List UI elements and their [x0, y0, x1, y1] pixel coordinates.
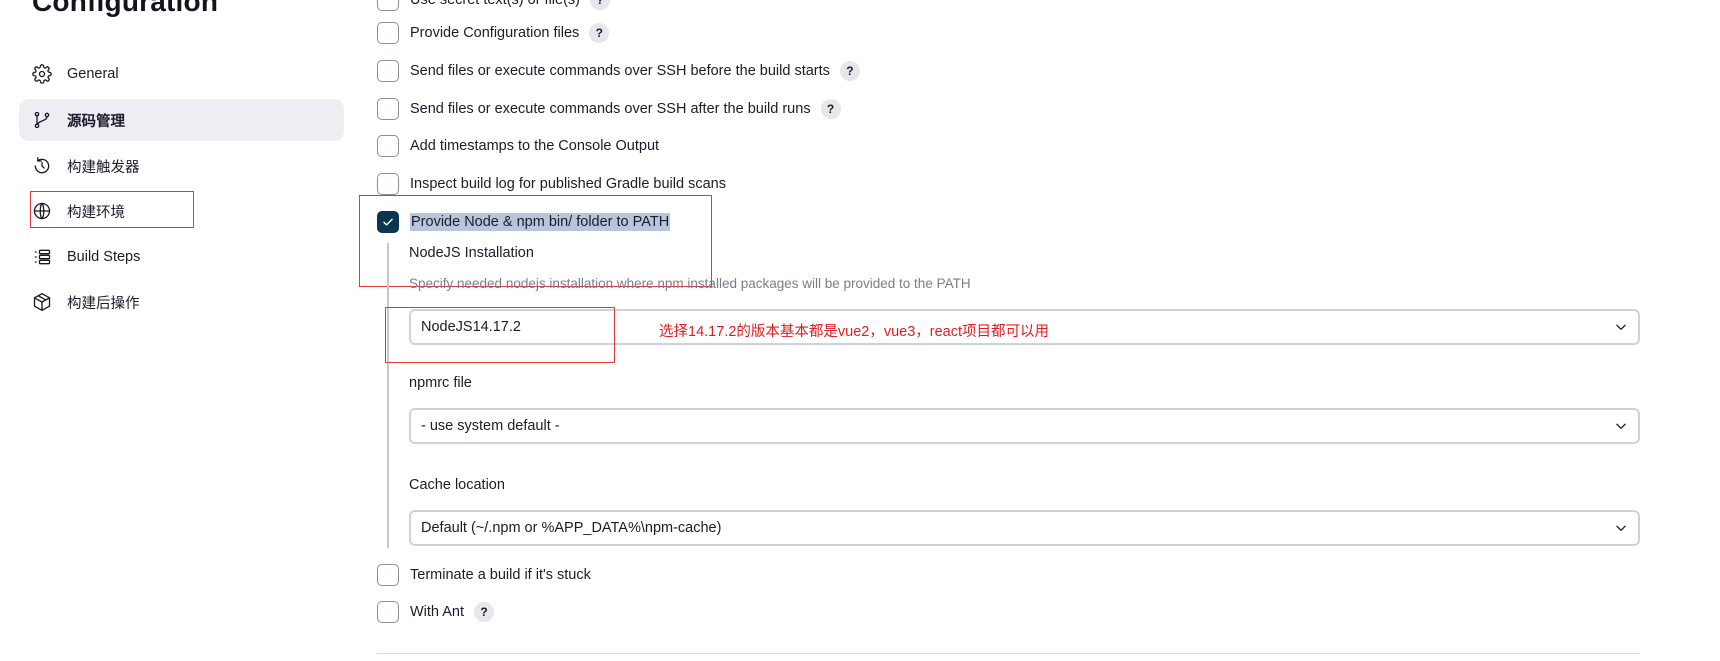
annotation-box-sidebar	[30, 191, 194, 228]
git-branch-icon	[32, 110, 52, 130]
sidebar-item-label: 构建后操作	[67, 295, 140, 312]
option-label: Send files or execute commands over SSH …	[410, 63, 830, 79]
cache-location-label: Cache location	[409, 477, 505, 493]
option-label: Use secret text(s) or file(s)	[410, 0, 580, 8]
sidebar-item-label: 构建触发器	[67, 159, 140, 176]
checkbox[interactable]	[377, 135, 399, 157]
option-label: Terminate a build if it's stuck	[410, 567, 591, 583]
help-icon[interactable]: ?	[474, 602, 494, 622]
option-with-ant[interactable]: With Ant ?	[377, 600, 494, 624]
checkbox[interactable]	[377, 564, 399, 586]
package-icon	[32, 292, 52, 312]
select-value: - use system default -	[421, 418, 560, 434]
page-title: Configuration	[32, 0, 219, 17]
nodejs-installation-description: Specify needed nodejs installation where…	[409, 276, 971, 291]
sidebar-item-general[interactable]: General	[19, 53, 344, 95]
option-label: Send files or execute commands over SSH …	[410, 101, 811, 117]
sidebar-item-build-triggers[interactable]: 构建触发器	[19, 145, 344, 187]
cache-location-select[interactable]: Default (~/.npm or %APP_DATA%\npm-cache)	[409, 510, 1640, 546]
option-label: Add timestamps to the Console Output	[410, 138, 660, 154]
checkbox[interactable]	[377, 601, 399, 623]
annotation-box-provide-node	[359, 195, 712, 287]
sidebar-item-label: Build Steps	[67, 249, 141, 265]
option-provide-config-files[interactable]: Provide Configuration files ?	[377, 21, 610, 45]
option-timestamps[interactable]: Add timestamps to the Console Output	[377, 134, 659, 158]
npmrc-file-select[interactable]: - use system default -	[409, 408, 1640, 444]
help-icon[interactable]: ?	[590, 0, 610, 10]
npmrc-file-label: npmrc file	[409, 375, 472, 391]
option-label: Provide Configuration files	[410, 25, 580, 41]
checkbox[interactable]	[377, 22, 399, 44]
checkbox[interactable]	[377, 0, 399, 11]
option-use-secret[interactable]: Use secret text(s) or file(s) ?	[377, 0, 610, 12]
annotation-box-nodejs-version	[385, 307, 615, 363]
option-label: Inspect build log for published Gradle b…	[410, 176, 726, 192]
sidebar-item-source-control[interactable]: 源码管理	[19, 99, 344, 141]
help-icon[interactable]: ?	[839, 61, 860, 81]
checkbox[interactable]	[377, 173, 399, 195]
clock-icon	[32, 156, 52, 176]
option-ssh-before[interactable]: Send files or execute commands over SSH …	[377, 59, 860, 83]
sidebar-item-post-build[interactable]: 构建后操作	[19, 281, 344, 323]
sidebar-item-label: 源码管理	[67, 113, 125, 130]
sidebar-item-label: General	[67, 66, 119, 82]
help-icon[interactable]: ?	[820, 99, 841, 119]
list-icon	[32, 247, 52, 267]
help-icon[interactable]: ?	[589, 23, 610, 43]
annotation-text: 选择14.17.2的版本基本都是vue2，vue3，react项目都可以用	[659, 324, 1049, 340]
nodejs-installation-label: NodeJS Installation	[409, 245, 534, 261]
sidebar-item-build-steps[interactable]: Build Steps	[19, 236, 344, 278]
chevron-down-icon	[1614, 521, 1628, 535]
chevron-down-icon	[1614, 419, 1628, 433]
option-label: With Ant	[410, 604, 464, 620]
option-inspect-gradle[interactable]: Inspect build log for published Gradle b…	[377, 172, 726, 196]
select-value: Default (~/.npm or %APP_DATA%\npm-cache)	[421, 520, 722, 536]
checkbox[interactable]	[377, 60, 399, 82]
option-ssh-after[interactable]: Send files or execute commands over SSH …	[377, 97, 841, 121]
section-divider	[377, 653, 1640, 654]
option-terminate-stuck[interactable]: Terminate a build if it's stuck	[377, 563, 591, 587]
chevron-down-icon	[1614, 320, 1628, 334]
checkbox[interactable]	[377, 98, 399, 120]
nested-section-line	[387, 243, 389, 548]
gear-icon	[32, 64, 52, 84]
